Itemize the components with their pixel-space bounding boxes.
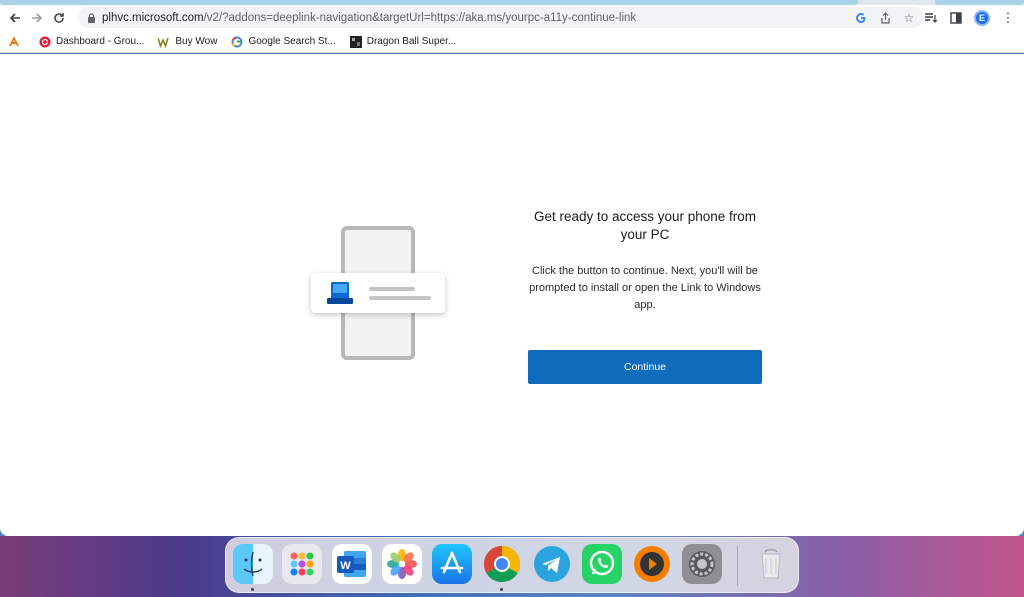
trash-icon[interactable]: [751, 544, 791, 584]
launchpad-icon[interactable]: [282, 544, 322, 584]
bookmark-item-dragon-ball[interactable]: Dragon Ball Super...: [349, 35, 457, 48]
system-preferences-icon[interactable]: [682, 544, 722, 584]
menu-kebab-icon[interactable]: ⋮: [1000, 10, 1016, 26]
url-text[interactable]: plhvc.microsoft.com/v2/?addons=deeplink-…: [102, 12, 636, 24]
reading-list-icon[interactable]: [922, 10, 938, 26]
page-content: Get ready to access your phone from your…: [0, 54, 1024, 536]
link-to-windows-app-icon: [327, 282, 353, 304]
bookmark-item-buy-wow[interactable]: Buy Wow: [158, 36, 217, 48]
running-indicator: [500, 588, 503, 591]
google-icon: [231, 36, 243, 48]
reload-button[interactable]: [48, 7, 70, 29]
app-icon: [8, 35, 20, 48]
dock-separator: [737, 546, 738, 586]
back-arrow-icon: [9, 13, 20, 23]
lock-icon: [86, 12, 96, 23]
bookmark-item-app[interactable]: [8, 35, 25, 48]
google-lens-icon[interactable]: [854, 11, 868, 25]
bookmark-label: Buy Wow: [175, 36, 218, 47]
instructions-text: Click the button to continue. Next, you'…: [529, 265, 761, 311]
bookmark-item-dashboard[interactable]: Dashboard - Grou...: [39, 36, 144, 48]
bookmark-label: Google Search St...: [248, 36, 336, 47]
dock: W: [225, 537, 799, 593]
page-title: Get ready to access your phone from your…: [533, 209, 757, 242]
phone-illustration: [308, 226, 448, 366]
notification-line: [369, 296, 431, 300]
bookmark-star-icon[interactable]: ☆: [902, 11, 916, 25]
reload-icon: [54, 13, 64, 23]
bookmark-label: Dragon Ball Super...: [366, 36, 457, 47]
address-bar[interactable]: plhvc.microsoft.com/v2/?addons=deeplink-…: [78, 7, 924, 28]
continue-button[interactable]: Continue: [528, 350, 762, 384]
url-domain: plhvc.microsoft.com: [102, 11, 204, 24]
forward-arrow-icon: [32, 13, 43, 23]
url-path: /v2/?addons=deeplink-navigation&targetUr…: [203, 11, 637, 24]
svg-text:W: W: [340, 560, 351, 572]
photos-icon[interactable]: [382, 544, 422, 584]
wow-icon: [158, 36, 170, 48]
profile-avatar[interactable]: E: [974, 10, 990, 26]
bookmark-label: Dashboard - Grou...: [56, 36, 145, 47]
infuse-icon[interactable]: [632, 544, 672, 584]
dashboard-icon: [39, 36, 51, 48]
word-icon[interactable]: W: [332, 544, 372, 584]
bookmarks-bar: Dashboard - Grou... Buy Wow Google Searc…: [0, 31, 1024, 53]
back-button[interactable]: [4, 7, 26, 29]
running-indicator: [251, 588, 254, 591]
share-icon[interactable]: [878, 11, 892, 25]
side-panel-icon[interactable]: [948, 10, 964, 26]
dragonball-icon: [349, 35, 362, 48]
bookmark-item-google-search[interactable]: Google Search St...: [231, 36, 336, 48]
app-store-icon[interactable]: [432, 544, 472, 584]
chrome-icon[interactable]: [482, 544, 522, 584]
browser-toolbar: plhvc.microsoft.com/v2/?addons=deeplink-…: [0, 5, 1024, 31]
notification-line: [369, 287, 415, 291]
whatsapp-icon[interactable]: [582, 544, 622, 584]
content-panel: Get ready to access your phone from your…: [528, 208, 762, 384]
telegram-icon[interactable]: [532, 544, 572, 584]
notification-card: [311, 273, 445, 313]
forward-button[interactable]: [26, 7, 48, 29]
finder-icon[interactable]: [233, 544, 273, 584]
